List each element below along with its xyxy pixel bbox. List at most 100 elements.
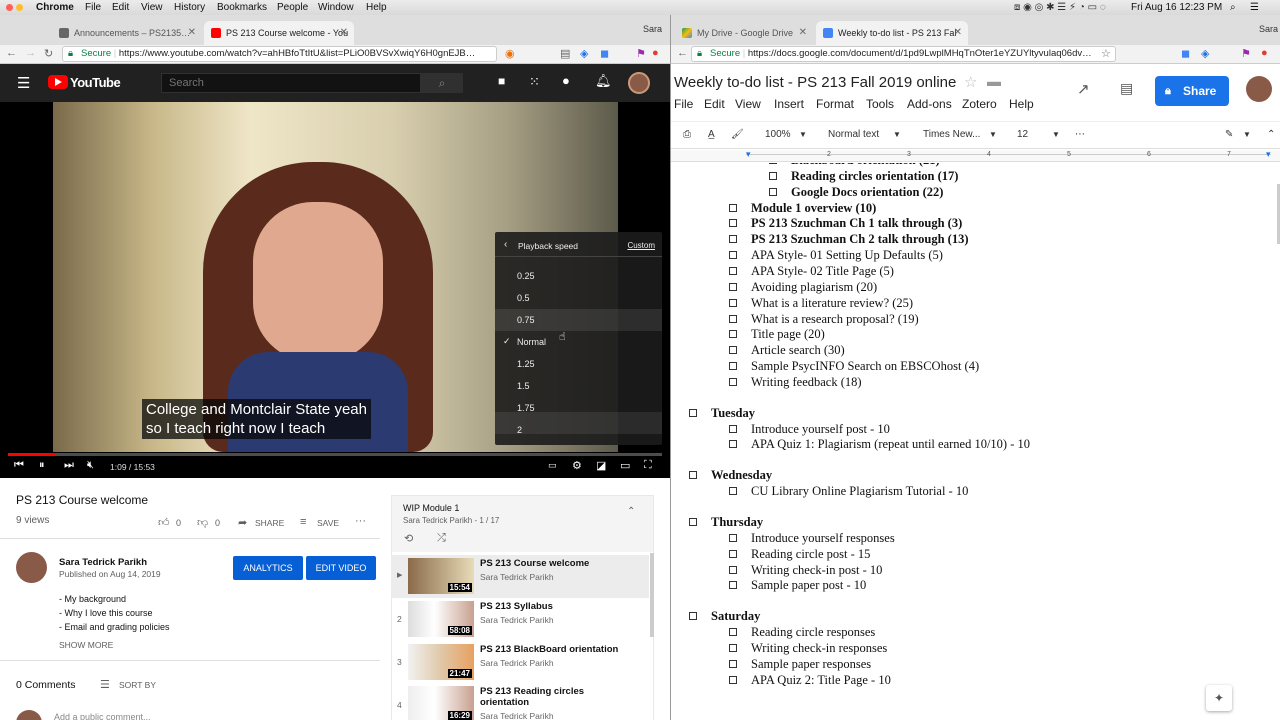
font-select[interactable]: Times New... xyxy=(923,122,980,148)
url-field[interactable]: Secure | https://www.youtube.com/watch?v… xyxy=(62,46,497,62)
zoom-select[interactable]: 100% xyxy=(765,122,791,148)
shuffle-icon[interactable]: ⤮ xyxy=(437,532,446,545)
extension-icon[interactable]: ◈ xyxy=(1201,47,1209,60)
extension-icon[interactable]: ● xyxy=(1261,47,1268,59)
save-button[interactable]: SAVE xyxy=(317,518,339,528)
tab-announcements[interactable]: Announcements – PS2135… ✕ xyxy=(52,21,202,45)
ruler[interactable]: ▾ ▾ 2 3 4 5 6 7 xyxy=(671,149,1280,162)
close-icon[interactable]: ✕ xyxy=(954,21,962,45)
bookmark-star-icon[interactable]: ☆ xyxy=(1101,47,1111,60)
dislike-icon[interactable]: 👎︎ xyxy=(197,516,208,529)
extension-icon[interactable]: ⚑ xyxy=(1241,47,1251,60)
docs-menu-addons[interactable]: Add-ons xyxy=(907,97,952,111)
speed-option-1.75[interactable]: 1.75 xyxy=(517,403,535,413)
document-body[interactable]: Blackboard orientation (21)Reading circl… xyxy=(671,163,1271,713)
pause-icon[interactable]: ⏸︎ xyxy=(39,459,45,472)
create-video-icon[interactable]: ■︎ xyxy=(498,74,505,88)
playlist-item-title[interactable]: PS 213 Syllabus xyxy=(480,601,630,612)
docs-menu-file[interactable]: File xyxy=(674,97,693,111)
loop-icon[interactable]: ⟲ xyxy=(404,532,413,545)
youtube-logo[interactable]: YouTube xyxy=(70,75,121,90)
profile-name[interactable]: Sara xyxy=(1259,24,1278,34)
speed-option-0.25[interactable]: 0.25 xyxy=(517,271,535,281)
playlist-title[interactable]: WIP Module 1 xyxy=(403,503,459,513)
messages-icon[interactable]: ● xyxy=(562,73,570,88)
speed-option-0.5[interactable]: 0.5 xyxy=(517,293,530,303)
tab-google-docs[interactable]: Weekly to-do list - PS 213 Fal ✕ xyxy=(816,21,968,45)
indent-marker-icon[interactable]: ▾ xyxy=(746,149,751,160)
close-icon[interactable]: ✕ xyxy=(188,21,196,45)
playlist-item-title[interactable]: PS 213 BlackBoard orientation xyxy=(480,644,630,655)
explore-icon[interactable]: ✦ xyxy=(1206,685,1232,711)
indent-marker-icon[interactable]: ▾ xyxy=(1266,149,1271,160)
extension-icon[interactable]: ◉ xyxy=(505,47,515,60)
menu-window[interactable]: Window xyxy=(318,0,354,15)
extension-icon[interactable]: ● xyxy=(652,47,659,59)
font-size-select[interactable]: 12 xyxy=(1017,122,1028,148)
playlist-item-title[interactable]: PS 213 Reading circles orientation xyxy=(480,686,620,708)
extension-icon[interactable]: ◼ xyxy=(600,47,609,60)
docs-menu-tools[interactable]: Tools xyxy=(866,97,894,111)
youtube-logo-icon[interactable] xyxy=(48,75,68,89)
docs-menu-zotero[interactable]: Zotero xyxy=(962,97,997,111)
video-thumbnail[interactable]: 58:08 xyxy=(408,601,474,637)
speed-option-1.25[interactable]: 1.25 xyxy=(517,359,535,369)
tab-google-drive[interactable]: My Drive - Google Drive ✕ xyxy=(675,21,813,45)
forward-icon[interactable]: → xyxy=(25,47,36,59)
menu-edit[interactable]: Edit xyxy=(112,0,129,15)
extension-icon[interactable]: ◈ xyxy=(580,47,588,60)
menu-view[interactable]: View xyxy=(141,0,163,15)
collapse-chevron-icon[interactable]: ⌃ xyxy=(627,506,635,517)
next-icon[interactable]: ⏭︎ xyxy=(64,459,74,472)
minimize-window-icon[interactable] xyxy=(16,4,23,11)
app-name[interactable]: Chrome xyxy=(36,0,74,15)
extension-icon[interactable]: ⚑ xyxy=(636,47,646,60)
speed-option-2[interactable]: 2 xyxy=(517,425,522,435)
progress-bar[interactable] xyxy=(8,453,662,456)
back-chevron-icon[interactable]: ‹ xyxy=(504,239,507,250)
editing-mode-icon[interactable]: ✎ xyxy=(1225,122,1233,148)
search-icon[interactable]: ⌕ xyxy=(1230,0,1236,15)
edit-video-button[interactable]: EDIT VIDEO xyxy=(306,556,376,580)
playlist-scrollbar[interactable] xyxy=(650,553,654,637)
extension-icon[interactable]: ▤ xyxy=(560,47,570,60)
subtitles-icon[interactable]: ▭ xyxy=(548,460,557,471)
save-icon[interactable]: ≡ xyxy=(300,516,306,528)
add-comment-input[interactable]: Add a public comment... xyxy=(54,712,151,720)
reload-icon[interactable]: ↻ xyxy=(44,47,53,60)
close-window-icon[interactable] xyxy=(6,4,13,11)
video-thumbnail[interactable]: 15:54 xyxy=(408,558,474,594)
mute-icon[interactable]: 🔇︎ xyxy=(87,459,94,472)
channel-name[interactable]: Sara Tedrick Parikh xyxy=(59,557,147,568)
menu-people[interactable]: People xyxy=(277,0,308,15)
miniplayer-icon[interactable]: ◪ xyxy=(596,459,606,472)
docs-menu-format[interactable]: Format xyxy=(816,97,854,111)
search-button[interactable]: ⌕ xyxy=(421,73,463,93)
back-icon[interactable]: ← xyxy=(6,47,17,59)
hamburger-menu-icon[interactable]: ☰ xyxy=(17,74,30,92)
video-thumbnail[interactable]: 16:29 xyxy=(408,686,474,720)
menu-file[interactable]: File xyxy=(85,0,101,15)
video-player[interactable]: College and Montclair State yeah so I te… xyxy=(0,102,670,478)
menu-history[interactable]: History xyxy=(174,0,205,15)
close-icon[interactable]: ✕ xyxy=(340,21,348,45)
speed-option-normal[interactable]: Normal xyxy=(517,337,546,347)
speed-option-1.5[interactable]: 1.5 xyxy=(517,381,530,391)
sort-icon[interactable]: ☰ xyxy=(100,678,110,691)
more-options-icon[interactable]: ⋯ xyxy=(1075,122,1085,148)
star-icon[interactable]: ☆ xyxy=(964,73,977,91)
menu-help[interactable]: Help xyxy=(366,0,387,15)
print-icon[interactable]: ⎙ xyxy=(683,122,691,148)
folder-icon[interactable]: ▬ xyxy=(987,73,1001,89)
show-more-button[interactable]: SHOW MORE xyxy=(59,640,113,650)
video-thumbnail[interactable]: 21:47 xyxy=(408,644,474,680)
playlist-item-title[interactable]: PS 213 Course welcome xyxy=(480,558,630,569)
theater-mode-icon[interactable]: ▭ xyxy=(620,459,630,472)
url-field[interactable]: 🔒︎ Secure | https://docs.google.com/docu… xyxy=(691,46,1116,62)
channel-avatar[interactable] xyxy=(16,552,47,583)
tab-youtube[interactable]: PS 213 Course welcome - You ✕ xyxy=(204,21,354,45)
docs-menu-edit[interactable]: Edit xyxy=(704,97,725,111)
notifications-bell-icon[interactable]: 🔔︎ xyxy=(595,73,612,89)
like-icon[interactable]: 👍︎ xyxy=(158,516,170,529)
close-icon[interactable]: ✕ xyxy=(799,21,807,45)
